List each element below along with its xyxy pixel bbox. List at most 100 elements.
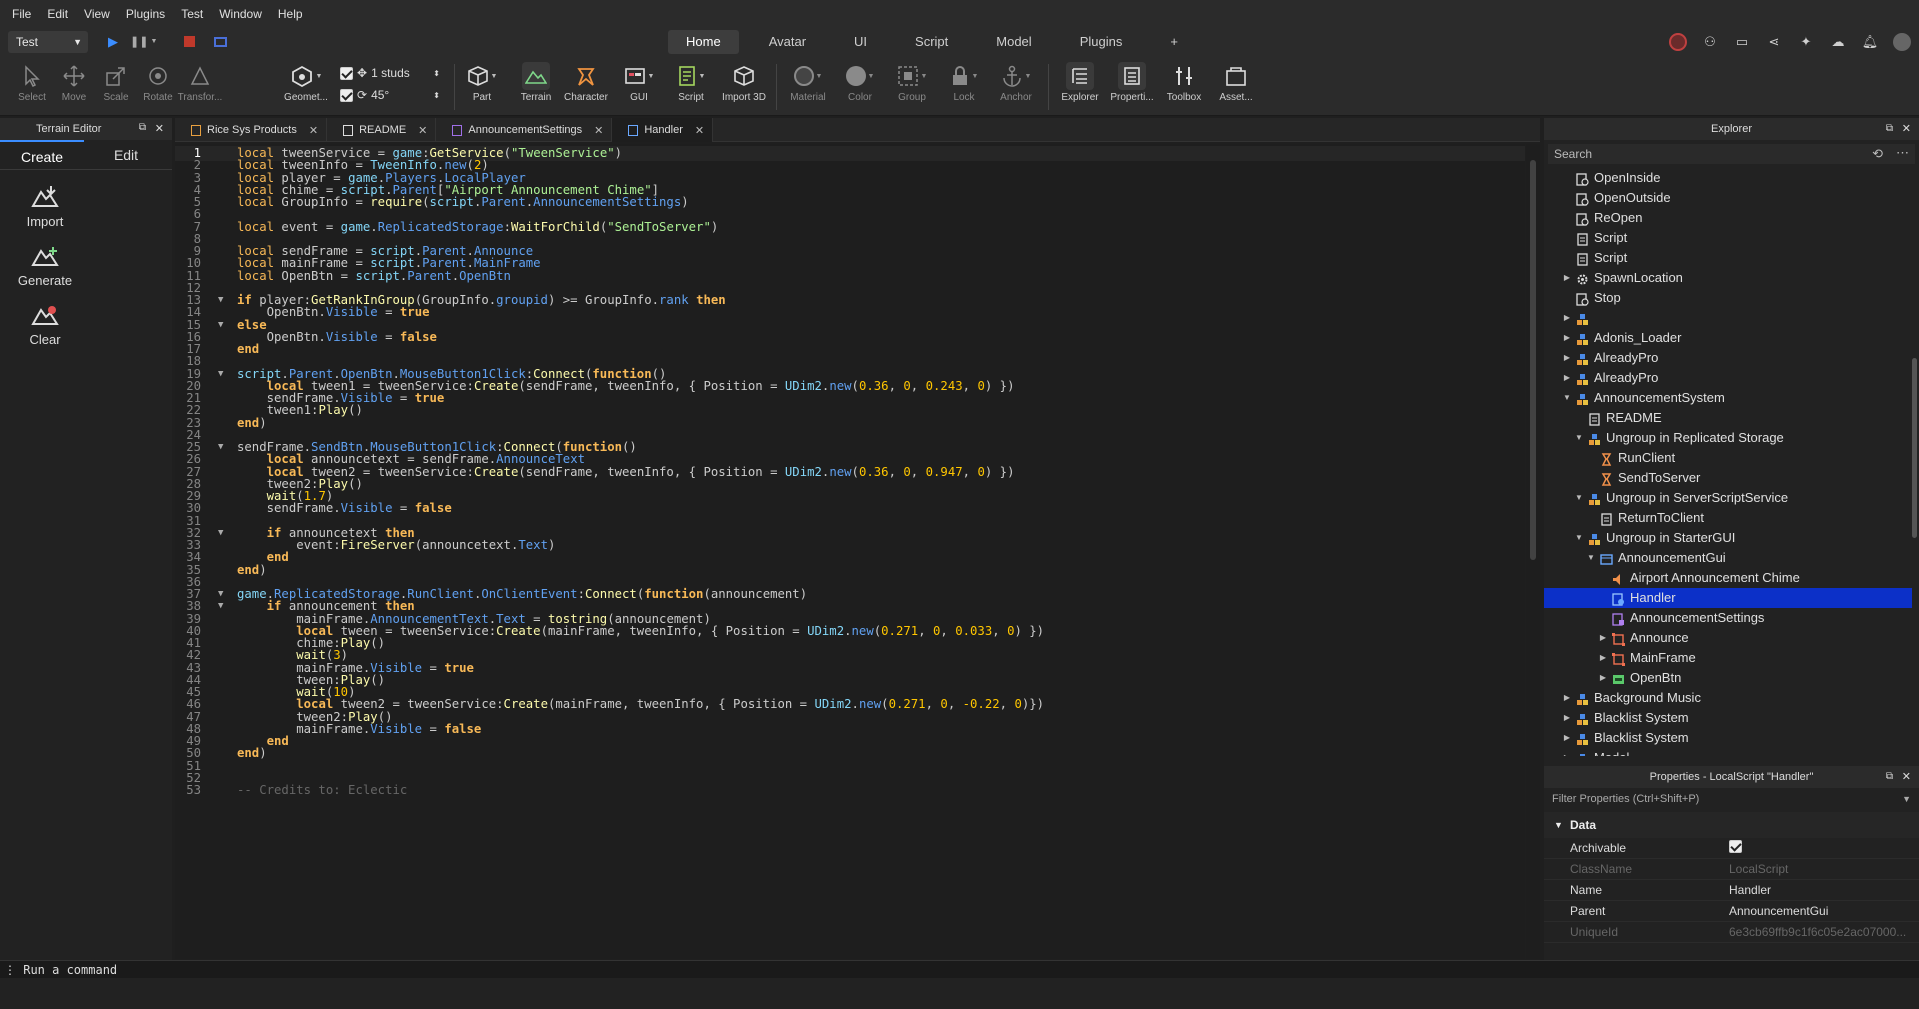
sparkle-icon[interactable]: ✦ <box>1797 33 1815 51</box>
popout-icon[interactable]: ⧉ <box>139 122 146 133</box>
studs-value[interactable]: 1 studs <box>371 66 410 80</box>
toolbox-tool[interactable]: Toolbox <box>1160 60 1208 114</box>
tree-item[interactable]: ▶ <box>1544 308 1912 328</box>
tree-item[interactable]: README <box>1544 408 1912 428</box>
select-tool[interactable]: Select <box>8 60 56 114</box>
add-user-icon[interactable]: ⚇ <box>1701 33 1719 51</box>
property-row[interactable]: UniqueId 6e3cb69ffb9c1f6c05e2ac07000... <box>1544 922 1919 943</box>
close-icon[interactable]: ✕ <box>1902 118 1911 140</box>
tab-add[interactable]: + <box>1152 30 1196 54</box>
more-icon[interactable]: ⋯ <box>1896 145 1909 161</box>
chevron-right-icon[interactable]: ▶ <box>1562 348 1572 368</box>
tree-item[interactable]: ▶ Blacklist System <box>1544 708 1912 728</box>
menu-item-test[interactable]: Test <box>173 0 211 28</box>
cloud-icon[interactable]: ☁ <box>1829 33 1847 51</box>
close-icon[interactable]: ✕ <box>695 124 704 137</box>
menu-item-help[interactable]: Help <box>270 0 311 28</box>
property-row[interactable]: Name Handler <box>1544 880 1919 901</box>
editor-tab[interactable]: README ✕ <box>327 118 437 142</box>
tree-item[interactable]: ▼ AnnouncementSystem <box>1544 388 1912 408</box>
code-line[interactable]: 53 -- Credits to: Eclectic <box>175 783 1525 798</box>
code-scrollbar[interactable] <box>1526 144 1540 959</box>
editor-tab[interactable]: Handler ✕ <box>612 118 714 142</box>
tree-item[interactable]: AnnouncementSettings <box>1544 608 1912 628</box>
chat-icon[interactable]: ▭ <box>1733 33 1751 51</box>
tree-item[interactable]: ▶ MainFrame <box>1544 648 1912 668</box>
play-icon[interactable]: ▶ <box>104 33 122 51</box>
tree-item[interactable]: ▶ SpawnLocation <box>1544 268 1912 288</box>
scrollbar-thumb[interactable] <box>1530 160 1536 560</box>
move-snap[interactable]: ✥ 1 studs ⬍ <box>340 62 440 84</box>
tree-item[interactable]: ▶ OpenBtn <box>1544 668 1912 688</box>
close-icon[interactable]: ✕ <box>309 124 318 137</box>
tree-item[interactable]: ▶ Announce <box>1544 628 1912 648</box>
chevron-down-icon[interactable]: ▼ <box>145 33 163 51</box>
material-tool[interactable]: ▼ Material <box>784 60 832 114</box>
tree-item[interactable]: ▼ AnnouncementGui <box>1544 548 1912 568</box>
tree-item[interactable]: Handler <box>1544 588 1912 608</box>
editor-tab[interactable]: Rice Sys Products ✕ <box>175 118 328 142</box>
stepper-icon[interactable]: ⬍ <box>433 69 440 78</box>
tree-item[interactable]: ReOpen <box>1544 208 1912 228</box>
chevron-right-icon[interactable]: ▶ <box>1562 708 1572 728</box>
tree-item[interactable]: ▼ Ungroup in ServerScriptService <box>1544 488 1912 508</box>
lock-tool[interactable]: ▼ Lock <box>940 60 988 114</box>
tab-avatar[interactable]: Avatar <box>751 30 824 54</box>
tree-item[interactable]: Stop <box>1544 288 1912 308</box>
gui-tool[interactable]: ▼ GUI <box>615 60 663 114</box>
tree-item[interactable]: Script <box>1544 248 1912 268</box>
chevron-right-icon[interactable]: ▶ <box>1562 328 1572 348</box>
popout-icon[interactable]: ⧉ <box>1886 118 1893 140</box>
import-3d-tool[interactable]: Import 3D <box>718 60 770 114</box>
tree-item[interactable]: Script <box>1544 228 1912 248</box>
chevron-right-icon[interactable]: ▶ <box>1598 668 1608 688</box>
explorer-scrollbar[interactable] <box>1912 358 1917 538</box>
close-icon[interactable]: ✕ <box>594 124 603 137</box>
color-tool[interactable]: ▼ Color <box>836 60 884 114</box>
recording-icon[interactable] <box>1669 33 1687 51</box>
tree-item[interactable]: ▶ AlreadyPro <box>1544 348 1912 368</box>
properties-tool[interactable]: Properti... <box>1108 60 1156 114</box>
property-value[interactable]: AnnouncementGui <box>1729 904 1828 918</box>
tab-create[interactable]: Create <box>0 140 84 169</box>
tab-edit[interactable]: Edit <box>84 140 168 169</box>
tree-item[interactable]: SendToServer <box>1544 468 1912 488</box>
command-bar[interactable]: ⋮ Run a command <box>0 960 1919 978</box>
chevron-right-icon[interactable]: ▶ <box>1562 748 1572 756</box>
menu-item-file[interactable]: File <box>4 0 39 28</box>
geometry-tool[interactable]: ▼ Geomet... <box>282 60 330 114</box>
property-row[interactable]: ClassName LocalScript <box>1544 859 1919 880</box>
tree-item[interactable]: ▼ Ungroup in StarterGUI <box>1544 528 1912 548</box>
script-tool[interactable]: ▼ Script <box>667 60 715 114</box>
rotate-snap[interactable]: ⟳ 45° ⬍ <box>340 84 440 106</box>
tab-home[interactable]: Home <box>668 30 739 54</box>
part-tool[interactable]: ▼ Part <box>458 60 506 114</box>
stepper-icon[interactable]: ⬍ <box>433 91 440 100</box>
move-tool[interactable]: Move <box>50 60 98 114</box>
tree-item[interactable]: ▼ Ungroup in Replicated Storage <box>1544 428 1912 448</box>
filter-properties-input[interactable]: Filter Properties (Ctrl+Shift+P) ▼ <box>1544 788 1919 810</box>
tab-script[interactable]: Script <box>897 30 966 54</box>
chevron-right-icon[interactable]: ▶ <box>1562 368 1572 388</box>
chevron-right-icon[interactable]: ▶ <box>1598 648 1608 668</box>
property-value[interactable]: Handler <box>1729 883 1771 897</box>
menu-item-edit[interactable]: Edit <box>39 0 76 28</box>
chevron-right-icon[interactable]: ▶ <box>1562 728 1572 748</box>
history-icon[interactable]: ⟲ <box>1872 146 1883 162</box>
menu-item-plugins[interactable]: Plugins <box>118 0 173 28</box>
move-snap-checkbox[interactable] <box>340 66 353 80</box>
angle-value[interactable]: 45° <box>371 88 389 102</box>
chevron-down-icon[interactable]: ▼ <box>1574 428 1584 448</box>
tree-item[interactable]: RunClient <box>1544 448 1912 468</box>
rotate-tool[interactable]: Rotate <box>134 60 182 114</box>
chevron-down-icon[interactable]: ▼ <box>1586 548 1596 568</box>
archivable-checkbox[interactable] <box>1729 840 1742 856</box>
explorer-search-input[interactable]: Search ⟲ ⋯ <box>1548 144 1915 164</box>
tab-plugins[interactable]: Plugins <box>1062 30 1141 54</box>
import-terrain-button[interactable]: Import <box>0 180 90 229</box>
property-row[interactable]: Parent AnnouncementGui <box>1544 901 1919 922</box>
tree-item[interactable]: ▶ Blacklist System <box>1544 728 1912 748</box>
anchor-tool[interactable]: ▼ Anchor <box>992 60 1040 114</box>
data-section-header[interactable]: ▼ Data <box>1544 812 1919 838</box>
clear-terrain-button[interactable]: Clear <box>0 298 90 347</box>
